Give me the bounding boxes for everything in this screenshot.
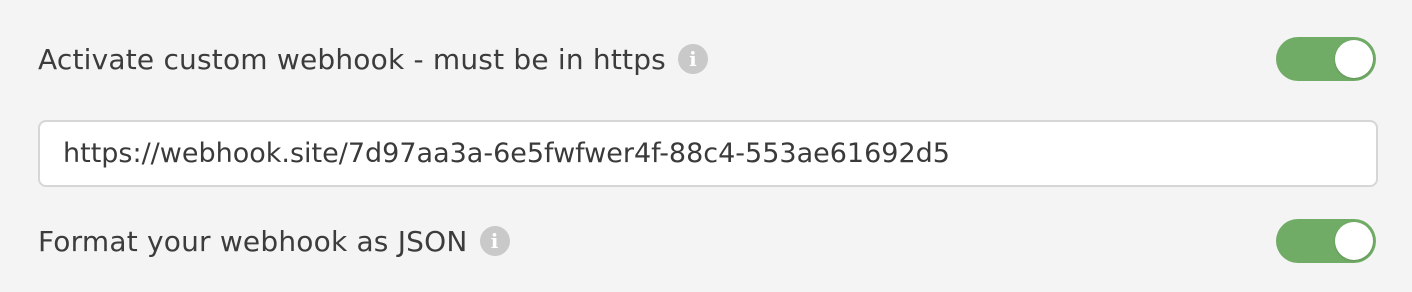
toggle-knob: [1335, 40, 1373, 78]
activate-webhook-toggle[interactable]: [1276, 37, 1376, 81]
json-format-toggle[interactable]: [1276, 219, 1376, 263]
json-format-row: Format your webhook as JSON i: [38, 219, 1376, 263]
toggle-knob: [1335, 222, 1373, 260]
info-icon-glyph: i: [490, 229, 499, 253]
info-icon[interactable]: i: [677, 44, 708, 74]
activate-webhook-label: Activate custom webhook - must be in htt…: [38, 42, 666, 76]
activate-webhook-row: Activate custom webhook - must be in htt…: [38, 36, 1376, 82]
info-icon-glyph: i: [689, 47, 697, 71]
info-icon[interactable]: i: [479, 226, 510, 256]
json-format-label-group: Format your webhook as JSON i: [38, 225, 510, 258]
json-format-label: Format your webhook as JSON: [38, 224, 468, 258]
webhook-settings-panel: Activate custom webhook - must be in htt…: [0, 0, 1412, 292]
activate-webhook-label-group: Activate custom webhook - must be in htt…: [38, 43, 708, 76]
webhook-url-input[interactable]: [38, 120, 1378, 187]
